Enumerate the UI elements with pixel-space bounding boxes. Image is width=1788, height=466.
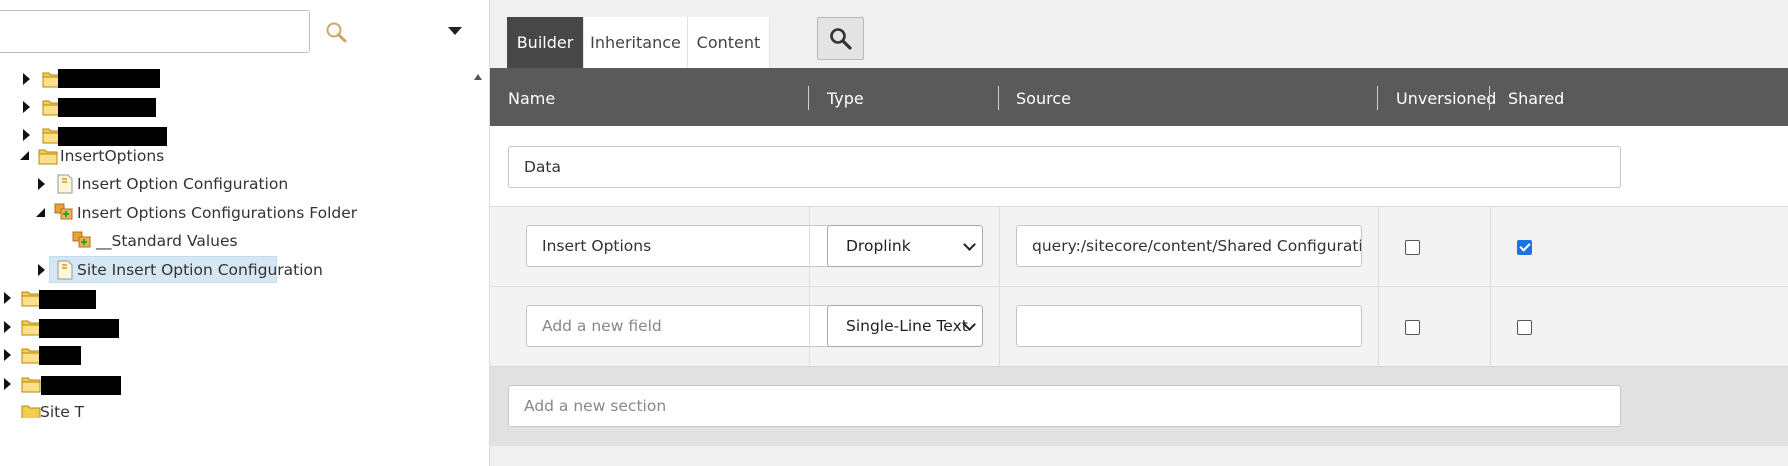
tab-builder[interactable]: Builder xyxy=(507,17,584,68)
new-field-name-input[interactable]: Add a new field xyxy=(526,305,853,347)
column-header-name: Name xyxy=(508,89,556,108)
cell-divider xyxy=(1490,207,1491,287)
new-section-row: Add a new section xyxy=(490,366,1788,446)
expand-arrow-icon[interactable] xyxy=(4,292,11,304)
tree-item-label: InsertOptions xyxy=(60,147,165,165)
folder-icon xyxy=(21,405,41,418)
tree-item-insertoptions[interactable]: InsertOptions xyxy=(0,142,470,170)
cell-divider xyxy=(999,207,1000,287)
tree-item[interactable] xyxy=(0,284,470,312)
redacted-label xyxy=(58,69,160,88)
tree-item[interactable] xyxy=(0,313,470,341)
column-header-source: Source xyxy=(1016,89,1071,108)
shared-checkbox[interactable] xyxy=(1517,320,1532,335)
column-divider[interactable] xyxy=(1489,86,1490,110)
scroll-up-arrow-icon[interactable] xyxy=(474,74,482,80)
field-type-select[interactable]: Single-Line Text xyxy=(827,305,983,347)
field-source-input[interactable]: query:/sitecore/content/Shared Configura… xyxy=(1016,225,1362,267)
search-icon xyxy=(830,28,852,50)
tree-item[interactable] xyxy=(0,341,470,369)
template-icon xyxy=(57,260,73,280)
section-name-input[interactable]: Data xyxy=(508,146,1621,188)
template-folder-icon xyxy=(54,203,73,220)
expand-arrow-icon[interactable] xyxy=(23,101,30,113)
search-options-dropdown-icon[interactable] xyxy=(448,27,462,35)
search-button[interactable] xyxy=(817,17,864,60)
column-divider[interactable] xyxy=(1377,86,1378,110)
tree-item-label: Site Insert Option Configuration xyxy=(77,261,323,279)
column-divider[interactable] xyxy=(998,86,999,110)
collapse-arrow-icon[interactable] xyxy=(36,208,45,217)
folder-icon xyxy=(21,377,41,393)
cell-divider xyxy=(999,287,1000,367)
field-type-value: Droplink xyxy=(846,237,911,255)
cell-divider xyxy=(1490,287,1491,367)
content-editor-window: InsertOptions Insert Option Configuratio… xyxy=(0,0,1788,466)
collapse-arrow-icon[interactable] xyxy=(20,151,29,160)
cell-divider xyxy=(809,207,810,287)
column-divider[interactable] xyxy=(808,86,809,110)
folder-icon xyxy=(38,149,58,165)
tree-item[interactable] xyxy=(0,370,470,398)
editor-tabs: Builder Inheritance Content xyxy=(490,0,1788,68)
redacted-label xyxy=(58,98,156,117)
field-name-input[interactable]: Insert Options xyxy=(526,225,853,267)
field-type-value: Single-Line Text xyxy=(846,317,968,335)
unversioned-checkbox[interactable] xyxy=(1405,320,1420,335)
search-icon[interactable] xyxy=(324,20,350,46)
expand-arrow-icon[interactable] xyxy=(38,264,45,276)
expand-arrow-icon[interactable] xyxy=(23,73,30,85)
tree-item-insert-options-configurations-folder[interactable]: Insert Options Configurations Folder xyxy=(0,199,470,227)
section-row: Data xyxy=(490,126,1788,206)
cell-divider xyxy=(1378,287,1379,367)
tree-item-label: Insert Options Configurations Folder xyxy=(77,204,358,222)
column-header-type: Type xyxy=(827,89,864,108)
tree-search-input[interactable] xyxy=(0,10,310,53)
tree-item[interactable] xyxy=(0,65,470,93)
expand-arrow-icon[interactable] xyxy=(4,321,11,333)
cell-divider xyxy=(809,287,810,367)
tab-content[interactable]: Content xyxy=(688,17,770,68)
tree-item-label: Insert Option Configuration xyxy=(77,175,289,193)
expand-arrow-icon[interactable] xyxy=(38,178,45,190)
standard-values-icon xyxy=(72,231,91,248)
redacted-label xyxy=(41,376,121,395)
tree-item[interactable] xyxy=(0,93,470,121)
new-section-input[interactable]: Add a new section xyxy=(508,385,1621,427)
template-icon xyxy=(57,174,73,194)
tree-item-label: Site T xyxy=(40,403,85,418)
field-source-input[interactable] xyxy=(1016,305,1362,347)
tree-scrollbar[interactable] xyxy=(470,68,486,466)
column-header-shared: Shared xyxy=(1508,89,1565,108)
content-tree-pane: InsertOptions Insert Option Configuratio… xyxy=(0,0,490,466)
tree-item-standard-values[interactable]: __Standard Values xyxy=(0,227,470,255)
tree-item-site-t[interactable]: Site T xyxy=(0,398,470,418)
expand-arrow-icon[interactable] xyxy=(4,378,11,390)
shared-checkbox[interactable] xyxy=(1517,240,1532,255)
field-row: Insert Options Droplink query:/sitecore/… xyxy=(490,206,1788,287)
template-builder-pane: Builder Inheritance Content Name Type So… xyxy=(490,0,1788,466)
fields-grid-header: Name Type Source Unversioned Shared xyxy=(490,68,1788,126)
redacted-label xyxy=(39,346,81,365)
expand-arrow-icon[interactable] xyxy=(4,349,11,361)
tree-item-insert-option-configuration[interactable]: Insert Option Configuration xyxy=(0,170,470,198)
column-header-unversioned: Unversioned xyxy=(1396,89,1497,108)
redacted-label xyxy=(39,319,119,338)
tree-item-label: __Standard Values xyxy=(96,232,238,250)
field-type-select[interactable]: Droplink xyxy=(827,225,983,267)
redacted-label xyxy=(39,290,96,309)
chevron-down-icon xyxy=(963,238,976,251)
field-row-new: Add a new field Single-Line Text xyxy=(490,286,1788,367)
unversioned-checkbox[interactable] xyxy=(1405,240,1420,255)
expand-arrow-icon[interactable] xyxy=(23,129,30,141)
tree-item-site-insert-option-configuration[interactable]: Site Insert Option Configuration xyxy=(0,256,470,284)
tab-inheritance[interactable]: Inheritance xyxy=(584,17,688,68)
cell-divider xyxy=(1378,207,1379,287)
